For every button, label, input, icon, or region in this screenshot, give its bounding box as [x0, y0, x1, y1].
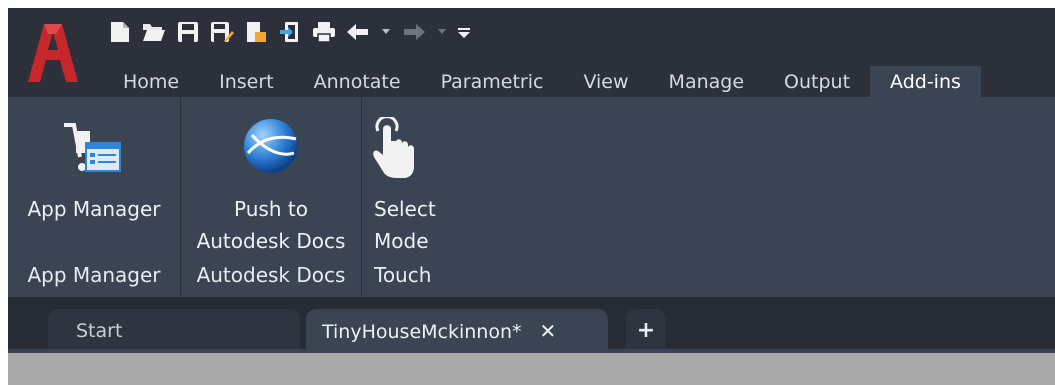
- tab-current-drawing[interactable]: TinyHouseMckinnon* ✕: [306, 309, 608, 353]
- app-manager-button[interactable]: App Manager: [8, 97, 180, 257]
- ribbon-tabs: Home Insert Annotate Parametric View Man…: [103, 66, 981, 97]
- import-icon[interactable]: [278, 20, 302, 44]
- select-mode-label: Select Mode: [374, 193, 446, 257]
- panel-title-touch: Touch: [374, 263, 432, 287]
- tab-home[interactable]: Home: [103, 66, 199, 97]
- tab-parametric[interactable]: Parametric: [421, 66, 564, 97]
- drawing-canvas[interactable]: [8, 353, 1055, 385]
- close-icon[interactable]: ✕: [540, 319, 557, 343]
- title-bar: Home Insert Annotate Parametric View Man…: [8, 8, 1055, 97]
- panel-title-app-manager: App Manager: [27, 263, 161, 287]
- customize-icon[interactable]: [458, 20, 470, 44]
- share-icon[interactable]: [244, 20, 268, 44]
- tab-insert[interactable]: Insert: [199, 66, 294, 97]
- plus-icon: +: [636, 318, 656, 343]
- touch-hand-icon: [373, 117, 414, 178]
- tab-annotate[interactable]: Annotate: [294, 66, 421, 97]
- autocad-window: Home Insert Annotate Parametric View Man…: [8, 8, 1055, 385]
- push-to-autodesk-docs-label: Push to Autodesk Docs: [181, 193, 361, 257]
- tab-view[interactable]: View: [563, 66, 648, 97]
- tab-current-drawing-label: TinyHouseMckinnon*: [322, 321, 522, 343]
- new-tab-button[interactable]: +: [626, 309, 666, 353]
- select-mode-button[interactable]: Select Mode: [362, 97, 446, 257]
- tab-output[interactable]: Output: [764, 66, 870, 97]
- redo-icon[interactable]: [402, 20, 426, 44]
- tab-start[interactable]: Start: [48, 309, 300, 353]
- new-icon[interactable]: [108, 20, 132, 44]
- app-manager-icon: [64, 123, 121, 172]
- document-tabs: Start TinyHouseMckinnon* ✕ +: [8, 297, 1055, 353]
- tab-add-ins[interactable]: Add-ins: [870, 66, 981, 97]
- push-to-autodesk-docs-button[interactable]: Push to Autodesk Docs: [181, 97, 361, 257]
- push-label-line1: Push to: [234, 197, 308, 221]
- quick-access-toolbar: [108, 18, 470, 46]
- panel-autodesk-docs: Push to Autodesk Docs Autodesk Docs: [181, 97, 362, 297]
- save-as-icon[interactable]: [210, 20, 234, 44]
- undo-icon[interactable]: [346, 20, 370, 44]
- tab-start-label: Start: [76, 320, 123, 342]
- ribbon-panel-area: App Manager App Manager Push to Autodesk…: [8, 97, 1055, 297]
- select-label-line2: Mode: [374, 229, 429, 253]
- redo-dropdown-icon[interactable]: [436, 20, 448, 44]
- autocad-logo-icon[interactable]: [26, 20, 80, 84]
- save-icon[interactable]: [176, 20, 200, 44]
- undo-dropdown-icon[interactable]: [380, 20, 392, 44]
- globe-icon: [244, 119, 298, 173]
- app-manager-label: App Manager: [27, 197, 161, 221]
- push-label-line2: Autodesk Docs: [196, 229, 346, 253]
- panel-app-manager: App Manager App Manager: [8, 97, 181, 297]
- panel-touch: Select Mode Touch: [362, 97, 446, 297]
- open-icon[interactable]: [142, 20, 166, 44]
- print-icon[interactable]: [312, 20, 336, 44]
- tab-manage[interactable]: Manage: [649, 66, 764, 97]
- panel-title-autodesk-docs: Autodesk Docs: [196, 263, 346, 287]
- select-label-line1: Select: [374, 197, 436, 221]
